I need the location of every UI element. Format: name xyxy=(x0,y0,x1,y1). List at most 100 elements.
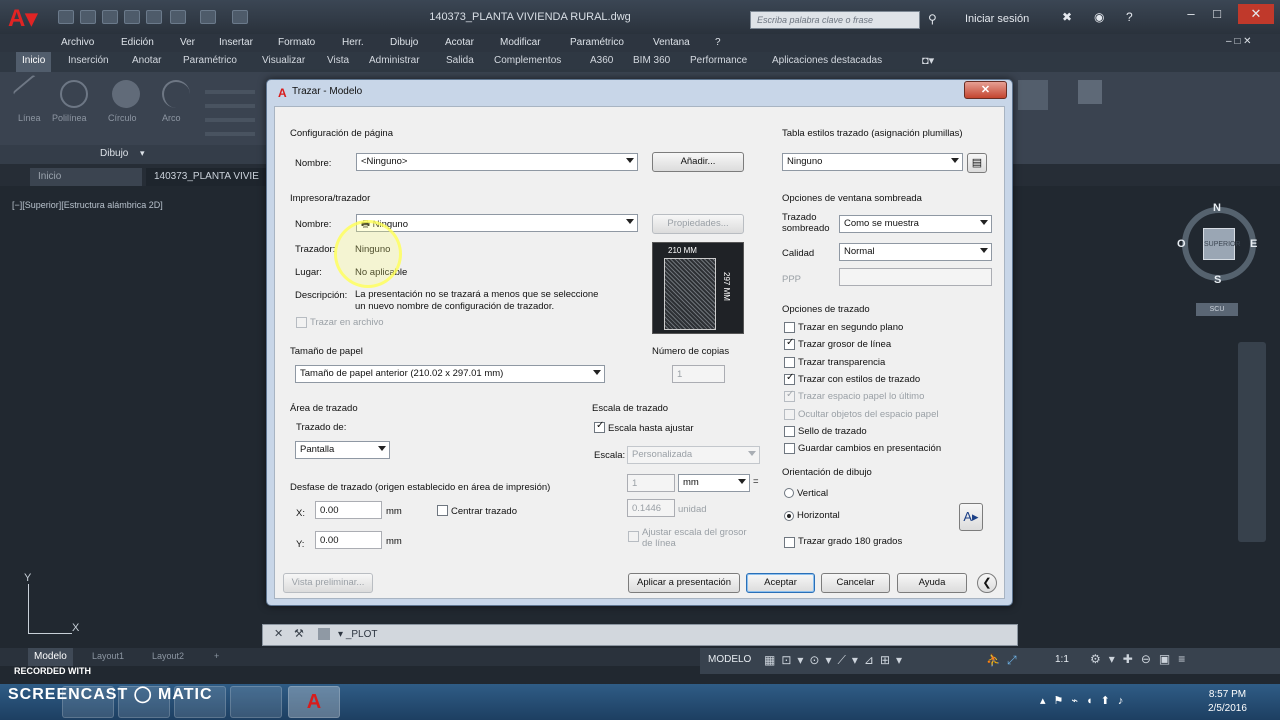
layout-tab-layout1[interactable]: Layout1 xyxy=(92,651,124,661)
redo-icon[interactable] xyxy=(200,10,216,24)
copies-input[interactable]: 1 xyxy=(672,365,725,383)
help-icon[interactable]: ? xyxy=(1126,10,1133,24)
menu-parametrico[interactable]: Paramétrico xyxy=(570,37,624,48)
ok-button[interactable]: Aceptar xyxy=(746,573,815,593)
tab-administrar[interactable]: Administrar xyxy=(369,55,420,66)
status-toggle-icons[interactable]: ▦⊡▾⊙▾⟋▾⊿⊞▾ xyxy=(764,653,908,668)
dpi-input[interactable] xyxy=(839,268,992,286)
save-icon[interactable] xyxy=(102,10,118,24)
menu-ver[interactable]: Ver xyxy=(180,37,195,48)
search-input[interactable]: Escriba palabra clave o frase xyxy=(750,11,920,29)
portrait-radio[interactable] xyxy=(784,488,794,498)
add-page-setup-button[interactable]: Añadir... xyxy=(652,152,744,172)
panel-dibujo-label[interactable]: Dibujo xyxy=(100,148,128,159)
plot-option-checkbox[interactable] xyxy=(784,389,795,403)
ribbon-toggle-icon[interactable]: ◘▾ xyxy=(922,54,934,67)
scale-lineweights-checkbox[interactable] xyxy=(628,531,639,542)
edit-style-table-icon[interactable]: ▤ xyxy=(967,153,987,173)
upside-down-checkbox[interactable] xyxy=(784,537,795,548)
menu-help[interactable]: ? xyxy=(715,37,721,48)
landscape-radio[interactable] xyxy=(784,511,794,521)
menu-archivo[interactable]: Archivo xyxy=(61,37,94,48)
paper-size-select[interactable]: Tamaño de papel anterior (210.02 x 297.0… xyxy=(295,365,605,383)
doc-tab-file[interactable]: 140373_PLANTA VIVIE xyxy=(146,168,266,186)
login-link[interactable]: Iniciar sesión xyxy=(965,13,1029,25)
preview-button[interactable]: Vista preliminar... xyxy=(283,573,373,593)
fit-to-paper-checkbox[interactable] xyxy=(594,420,605,433)
tab-parametrico[interactable]: Paramétrico xyxy=(183,55,237,66)
close-command-icon[interactable]: ✕ xyxy=(274,627,283,640)
status-model-button[interactable]: MODELO xyxy=(708,654,751,665)
doc-tab-inicio[interactable]: Inicio xyxy=(30,168,142,186)
polyline-tool-icon[interactable] xyxy=(60,80,88,108)
plot-to-file-checkbox[interactable] xyxy=(296,317,307,328)
undo-icon[interactable] xyxy=(170,10,186,24)
autocad-logo-icon[interactable]: A▾ xyxy=(8,6,48,32)
maximize-button[interactable]: □ xyxy=(1206,4,1228,24)
layout-tab-modelo[interactable]: Modelo xyxy=(28,648,73,666)
share-icon[interactable] xyxy=(232,10,248,24)
autocad-taskbar-icon[interactable]: A xyxy=(288,686,340,718)
new-icon[interactable] xyxy=(58,10,74,24)
navigation-bar[interactable] xyxy=(1238,342,1266,542)
app-taskbar-icon[interactable] xyxy=(230,686,282,718)
scale-select[interactable]: Personalizada xyxy=(627,446,760,464)
group-icon[interactable] xyxy=(1078,80,1102,104)
viewport-controls[interactable]: [−][Superior][Estructura alámbrica 2D] xyxy=(12,200,163,210)
scale-unit-select[interactable]: mm xyxy=(678,474,750,492)
scale-value-1-input[interactable]: 1 xyxy=(627,474,675,492)
tab-aplicaciones[interactable]: Aplicaciones destacadas xyxy=(772,55,882,66)
tab-a360[interactable]: A360 xyxy=(590,55,613,66)
tab-bim360[interactable]: BIM 360 xyxy=(633,55,670,66)
annotation-scale[interactable]: 1:1 xyxy=(1055,654,1069,665)
tray-icons[interactable]: ▴⚑⌁◖⬆♪ xyxy=(1040,694,1131,707)
tab-anotar[interactable]: Anotar xyxy=(132,55,161,66)
small-tools-group[interactable] xyxy=(205,80,255,140)
viewcube[interactable]: SUPERIOR xyxy=(1203,228,1241,260)
center-plot-checkbox[interactable] xyxy=(437,505,448,516)
printer-properties-button[interactable]: Propiedades... xyxy=(652,214,744,234)
print-icon[interactable] xyxy=(146,10,162,24)
menu-dibujo[interactable]: Dibujo xyxy=(390,37,418,48)
status-gear-icons[interactable]: ⚙▾✚⊖▣≡ xyxy=(1090,652,1193,666)
menu-acotar[interactable]: Acotar xyxy=(445,37,474,48)
system-clock[interactable]: 8:57 PM 2/5/2016 xyxy=(1208,688,1247,716)
tool-icon[interactable] xyxy=(1018,80,1048,110)
offset-y-input[interactable]: 0.00 xyxy=(315,531,382,549)
menu-insertar[interactable]: Insertar xyxy=(219,37,253,48)
plot-option-checkbox[interactable] xyxy=(784,356,795,368)
command-text[interactable]: ▾ _PLOT xyxy=(338,629,378,640)
plot-option-checkbox[interactable] xyxy=(784,372,795,385)
plot-style-table-select[interactable]: Ninguno xyxy=(782,153,963,171)
save-as-icon[interactable] xyxy=(124,10,140,24)
minimize-button[interactable]: – xyxy=(1180,4,1202,24)
plot-option-checkbox[interactable] xyxy=(784,337,795,351)
menu-modificar[interactable]: Modificar xyxy=(500,37,541,48)
arc-tool-icon[interactable] xyxy=(162,80,190,108)
dialog-close-button[interactable]: ✕ xyxy=(964,81,1007,99)
a360-icon[interactable]: ◉ xyxy=(1094,10,1104,24)
annotation-icons[interactable]: ⛹⤢ xyxy=(986,653,1023,668)
apply-to-layout-button[interactable]: Aplicar a presentación xyxy=(628,573,740,593)
page-setup-name-select[interactable]: <Ninguno> xyxy=(356,153,638,171)
shade-plot-select[interactable]: Como se muestra xyxy=(839,215,992,233)
open-icon[interactable] xyxy=(80,10,96,24)
plot-option-checkbox[interactable] xyxy=(784,425,795,437)
exchange-icon[interactable]: ✖ xyxy=(1062,10,1072,24)
tab-visualizar[interactable]: Visualizar xyxy=(262,55,305,66)
menu-formato[interactable]: Formato xyxy=(278,37,315,48)
wrench-icon[interactable]: ⚒ xyxy=(294,627,304,640)
menu-edicion[interactable]: Edición xyxy=(121,37,154,48)
tab-salida[interactable]: Salida xyxy=(446,55,474,66)
plot-what-select[interactable]: Pantalla xyxy=(295,441,390,459)
tab-inicio[interactable]: Inicio xyxy=(16,52,52,72)
tab-vista[interactable]: Vista xyxy=(327,55,349,66)
tab-complementos[interactable]: Complementos xyxy=(494,55,561,66)
wcs-menu[interactable]: SCU xyxy=(1196,303,1238,316)
collapse-options-icon[interactable]: ❮ xyxy=(977,573,997,593)
menu-herr[interactable]: Herr. xyxy=(342,37,364,48)
printer-name-select[interactable]: 🖶 Ninguno xyxy=(356,214,638,232)
scale-value-2-input[interactable]: 0.1446 xyxy=(627,499,675,517)
circle-tool-icon[interactable] xyxy=(112,80,140,108)
tab-insercion[interactable]: Inserción xyxy=(68,55,109,66)
